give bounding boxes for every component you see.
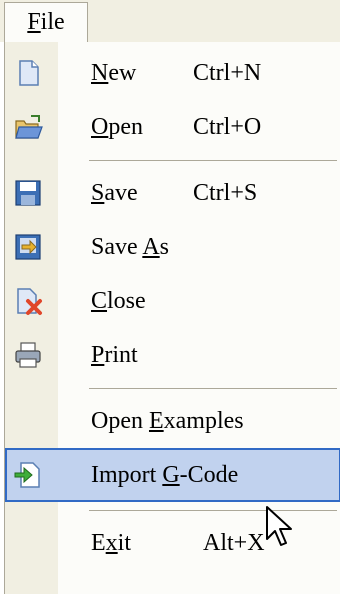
close-file-icon bbox=[17, 288, 42, 315]
menu-item-print[interactable]: Print bbox=[5, 328, 340, 382]
menu-item-label: Open Examples bbox=[91, 408, 244, 434]
menu-item-label: New bbox=[91, 60, 137, 86]
menu-item-label: Import G-Code bbox=[91, 462, 239, 488]
printer-icon bbox=[15, 342, 41, 368]
menu-item-label: Exit bbox=[91, 530, 132, 556]
save-as-icon bbox=[15, 234, 41, 260]
menu-item-label: Close bbox=[91, 288, 146, 314]
menu-item-label: Save bbox=[91, 180, 138, 206]
menu-item-open-examples[interactable]: Open Examples bbox=[5, 394, 340, 448]
menu-item-import-gcode[interactable]: Import G-Code bbox=[5, 448, 340, 502]
file-menu-label: File bbox=[27, 9, 65, 35]
menu-item-new[interactable]: New Ctrl+N bbox=[5, 46, 340, 100]
save-disk-icon bbox=[15, 180, 41, 206]
menu-bar: File bbox=[0, 0, 340, 42]
menu-separator bbox=[89, 160, 337, 161]
import-icon bbox=[14, 462, 40, 488]
menu-item-label: Save As bbox=[91, 234, 170, 260]
open-folder-icon bbox=[15, 115, 43, 139]
menu-item-label: Open bbox=[91, 114, 143, 140]
menu-item-open[interactable]: Open Ctrl+O bbox=[5, 100, 340, 154]
menu-separator bbox=[89, 388, 337, 389]
menu-item-close[interactable]: Close bbox=[5, 274, 340, 328]
mouse-pointer-icon bbox=[266, 506, 292, 546]
menu-separator bbox=[89, 510, 337, 511]
shortcut-text: Ctrl+N bbox=[193, 60, 262, 86]
menu-item-label: Print bbox=[91, 342, 138, 368]
file-menu-tab[interactable]: File bbox=[4, 2, 88, 42]
shortcut-text: Ctrl+S bbox=[193, 180, 258, 206]
menu-item-save-as[interactable]: Save As bbox=[5, 220, 340, 274]
shortcut-text: Ctrl+O bbox=[193, 114, 262, 140]
menu-item-save[interactable]: Save Ctrl+S bbox=[5, 166, 340, 220]
new-file-icon bbox=[19, 60, 39, 86]
shortcut-text: Alt+X bbox=[203, 530, 265, 556]
